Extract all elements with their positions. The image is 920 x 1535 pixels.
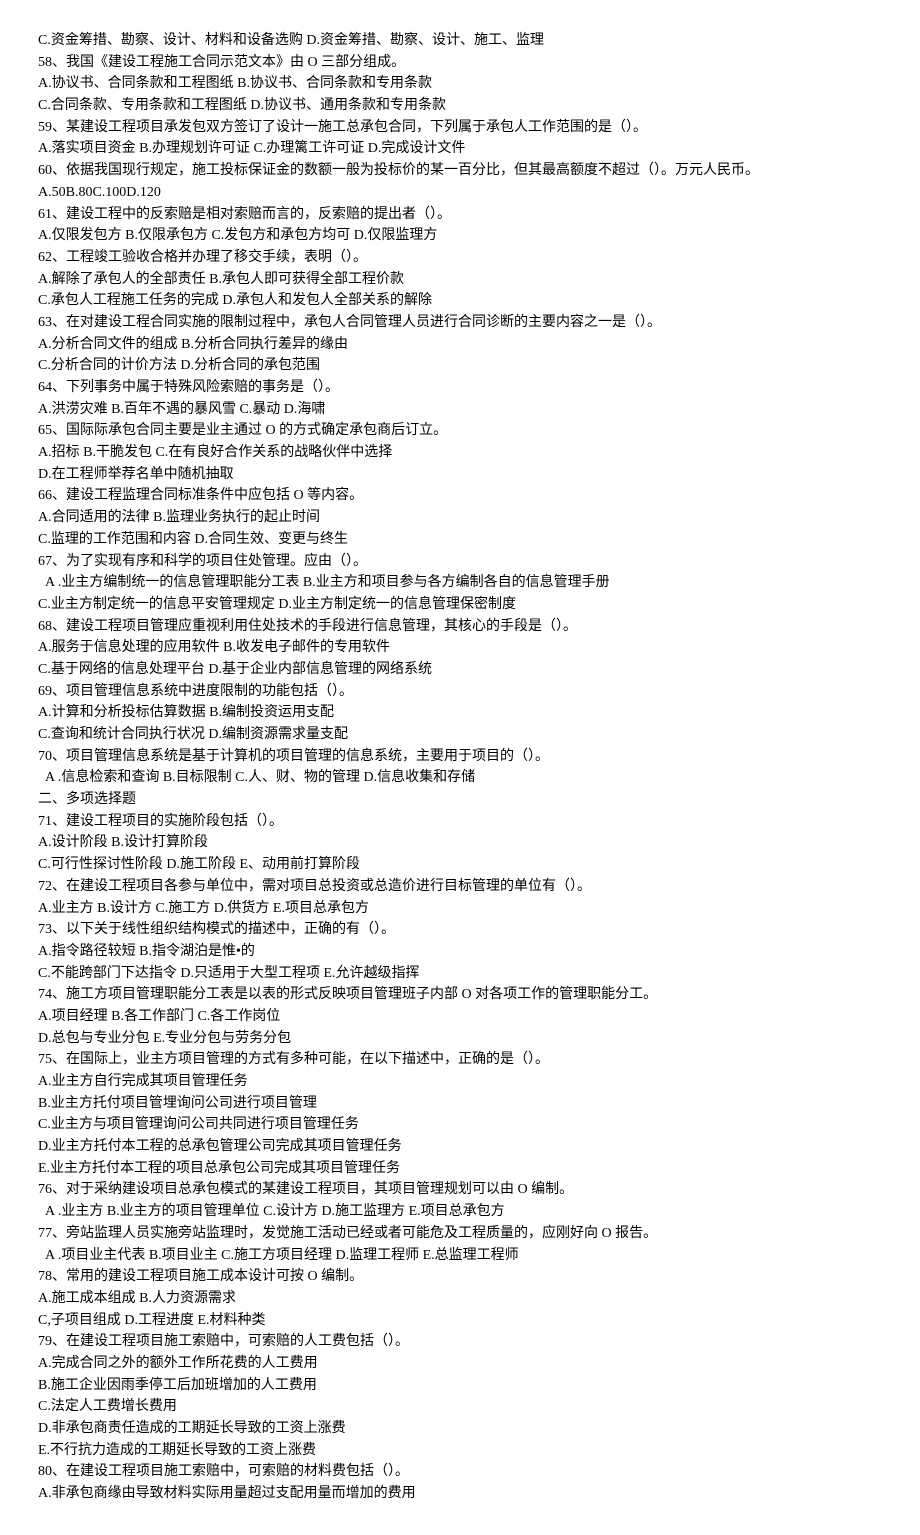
document-body: C.资金筹措、勘察、设计、材料和设备选购 D.资金筹措、勘察、设计、施工、监理5…	[38, 30, 882, 1505]
text-line: C.业主方制定统一的信息平安管理规定 D.业主方制定统一的信息管理保密制度	[38, 594, 882, 616]
text-line: A.计算和分析投标估算数据 B.编制投资运用支配	[38, 702, 882, 724]
text-line: A.50B.80C.100D.120	[38, 182, 882, 204]
text-line: 71、建设工程项目的实施阶段包括（）。	[38, 811, 882, 833]
text-line: 72、在建设工程项目各参与单位中，需对项目总投资或总造价进行目标管理的单位有（）…	[38, 876, 882, 898]
text-line: A.服务于信息处理的应用软件 B.收发电子邮件的专用软件	[38, 637, 882, 659]
text-line: 67、为了实现有序和科学的项目住处管理。应由（）。	[38, 551, 882, 573]
text-line: A.完成合同之外的额外工作所花费的人工费用	[38, 1353, 882, 1375]
text-line: 63、在对建设工程合同实施的限制过程中，承包人合同管理人员进行合同诊断的主要内容…	[38, 312, 882, 334]
text-line: A.合同适用的法律 B.监理业务执行的起止时间	[38, 507, 882, 529]
text-line: A.项目经理 B.各工作部门 C.各工作岗位	[38, 1006, 882, 1028]
text-line: 70、项目管理信息系统是基于计算机的项目管理的信息系统，主要用于项目的（）。	[38, 746, 882, 768]
text-line: C.不能跨部门下达指令 D.只适用于大型工程项 E.允许越级指挥	[38, 963, 882, 985]
text-line: C.资金筹措、勘察、设计、材料和设备选购 D.资金筹措、勘察、设计、施工、监理	[38, 30, 882, 52]
text-line: B.施工企业因雨季停工后加班增加的人工费用	[38, 1375, 882, 1397]
text-line: 64、下列事务中属于特殊风险索赔的事务是（）。	[38, 377, 882, 399]
text-line: A.洪涝灾难 B.百年不遇的暴风雪 C.暴动 D.海啸	[38, 399, 882, 421]
text-line: 59、某建设工程项目承发包双方签订了设计一施工总承包合同，下列属于承包人工作范围…	[38, 117, 882, 139]
text-line: A.业主方 B.设计方 C.施工方 D.供货方 E.项目总承包方	[38, 898, 882, 920]
text-line: A.设计阶段 B.设计打算阶段	[38, 832, 882, 854]
text-line: 60、依据我国现行规定，施工投标保证金的数额一般为投标价的某一百分比，但其最高额…	[38, 160, 882, 182]
text-line: C.分析合同的计价方法 D.分析合同的承包范围	[38, 355, 882, 377]
text-line: 75、在国际上，业主方项目管理的方式有多种可能，在以下描述中，正确的是（）。	[38, 1049, 882, 1071]
text-line: C.法定人工费增长费用	[38, 1396, 882, 1418]
text-line: 65、国际际承包合同主要是业主通过 O 的方式确定承包商后订立。	[38, 420, 882, 442]
text-line: 78、常用的建设工程项目施工成本设计可按 O 编制。	[38, 1266, 882, 1288]
text-line: 74、施工方项目管理职能分工表是以表的形式反映项目管理班子内部 O 对各项工作的…	[38, 984, 882, 1006]
text-line: C.监理的工作范围和内容 D.合同生效、变更与终生	[38, 529, 882, 551]
text-line: 80、在建设工程项目施工索赔中，可索赔的材料费包括（）。	[38, 1461, 882, 1483]
text-line: A.落实项目资金 B.办理规划许可证 C.办理篱工许可证 D.完成设计文件	[38, 138, 882, 160]
text-line: A.解除了承包人的全部责任 B.承包人即可获得全部工程价款	[38, 269, 882, 291]
text-line: 76、对于采纳建设项目总承包模式的某建设工程项目，其项目管理规划可以由 O 编制…	[38, 1179, 882, 1201]
text-line: A.施工成本组成 B.人力资源需求	[38, 1288, 882, 1310]
text-line: 73、以下关于线性组织结构模式的描述中，正确的有（）。	[38, 919, 882, 941]
text-line: D.在工程师举荐名单中随机抽取	[38, 464, 882, 486]
text-line: A.非承包商缘由导致材料实际用量超过支配用量而增加的费用	[38, 1483, 882, 1505]
text-line: 68、建设工程项目管理应重视利用住处技术的手段进行信息管理，其核心的手段是（）。	[38, 616, 882, 638]
text-line: A.业主方自行完成其项目管理任务	[38, 1071, 882, 1093]
text-line: 66、建设工程监理合同标准条件中应包括 O 等内容。	[38, 485, 882, 507]
text-line: 61、建设工程中的反索赔是相对索赔而言的，反索赔的提出者（）。	[38, 204, 882, 226]
text-line: A.协议书、合同条款和工程图纸 B.协议书、合同条款和专用条款	[38, 73, 882, 95]
text-line: C.合同条款、专用条款和工程图纸 D.协议书、通用条款和专用条款	[38, 95, 882, 117]
text-line: A.仅限发包方 B.仅限承包方 C.发包方和承包方均可 D.仅限监理方	[38, 225, 882, 247]
text-line: A.分析合同文件的组成 B.分析合同执行差异的缘由	[38, 334, 882, 356]
text-line: A .业主方编制统一的信息管理职能分工表 B.业主方和项目参与各方编制各自的信息…	[38, 572, 882, 594]
text-line: A.招标 B.干脆发包 C.在有良好合作关系的战略伙伴中选择	[38, 442, 882, 464]
text-line: A .项目业主代表 B.项目业主 C.施工方项目经理 D.监理工程师 E.总监理…	[38, 1245, 882, 1267]
text-line: 69、项目管理信息系统中进度限制的功能包括（）。	[38, 681, 882, 703]
text-line: 77、旁站监理人员实施旁站监理时，发觉施工活动已经或者可能危及工程质量的，应刚好…	[38, 1223, 882, 1245]
text-line: D.总包与专业分包 E.专业分包与劳务分包	[38, 1028, 882, 1050]
text-line: C.基于网络的信息处理平台 D.基于企业内部信息管理的网络系统	[38, 659, 882, 681]
text-line: C.业主方与项目管理询问公司共同进行项目管理任务	[38, 1114, 882, 1136]
text-line: A.指令路径较短 B.指令湖泊是惟•的	[38, 941, 882, 963]
text-line: E.不行抗力造成的工期延长导致的工资上涨费	[38, 1440, 882, 1462]
text-line: B.业主方托付项目管埋询问公司进行项目管理	[38, 1093, 882, 1115]
text-line: A .业主方 B.业主方的项目管理单位 C.设计方 D.施工监理方 E.项目总承…	[38, 1201, 882, 1223]
text-line: C.承包人工程施工任务的完成 D.承包人和发包人全部关系的解除	[38, 290, 882, 312]
text-line: 二、多项选择题	[38, 789, 882, 811]
text-line: C.可行性探讨性阶段 D.施工阶段 E、动用前打算阶段	[38, 854, 882, 876]
text-line: D.非承包商责任造成的工期延长导致的工资上涨费	[38, 1418, 882, 1440]
text-line: E.业主方托付本工程的项目总承包公司完成其项目管理任务	[38, 1158, 882, 1180]
text-line: 79、在建设工程项目施工索赔中，可索赔的人工费包括（）。	[38, 1331, 882, 1353]
text-line: 58、我国《建设工程施工合同示范文本》由 O 三部分组成。	[38, 52, 882, 74]
text-line: A .信息检索和查询 B.目标限制 C.人、财、物的管理 D.信息收集和存储	[38, 767, 882, 789]
text-line: C.查询和统计合同执行状况 D.编制资源需求量支配	[38, 724, 882, 746]
text-line: 62、工程竣工验收合格并办理了移交手续，表明（）。	[38, 247, 882, 269]
text-line: D.业主方托付本工程的总承包管理公司完成其项目管理任务	[38, 1136, 882, 1158]
text-line: C,子项目组成 D.工程进度 E.材料种类	[38, 1310, 882, 1332]
